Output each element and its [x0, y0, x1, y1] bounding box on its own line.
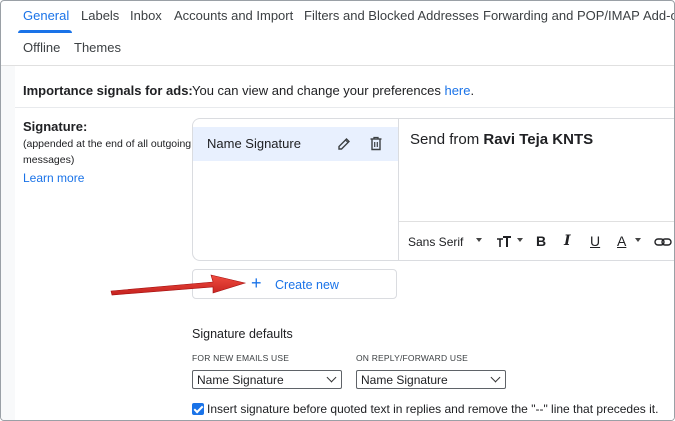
new-emails-selected-value: Name Signature	[197, 373, 284, 387]
learn-more-link[interactable]: Learn more	[23, 171, 84, 185]
settings-tabs: General Labels Inbox Accounts and Import…	[1, 1, 674, 33]
tab-forwarding-and-pop-imap[interactable]: Forwarding and POP/IMAP	[483, 8, 640, 23]
importance-period: .	[470, 83, 475, 98]
reply-forward-signature-select[interactable]: Name Signature	[356, 370, 506, 389]
size-dropdown-caret-icon	[517, 238, 523, 242]
new-emails-signature-select[interactable]: Name Signature	[192, 370, 342, 389]
new-emails-label: FOR NEW EMAILS USE	[192, 353, 290, 363]
insert-signature-checkbox[interactable]	[192, 403, 204, 415]
pencil-icon[interactable]	[336, 134, 352, 154]
reply-forward-label: ON REPLY/FORWARD USE	[356, 353, 468, 363]
create-new-label: Create new	[275, 278, 339, 292]
signature-list-item[interactable]: Name Signature	[193, 127, 398, 161]
italic-button[interactable]: I	[564, 233, 571, 249]
insert-signature-label: Insert signature before quoted text in r…	[207, 402, 659, 416]
chevron-down-icon	[326, 372, 337, 383]
font-family-select[interactable]: Sans Serif	[408, 235, 463, 249]
settings-tabs-row-2: Offline Themes	[1, 33, 674, 65]
importance-here-link[interactable]: here	[444, 83, 470, 98]
signature-text-bold: Ravi Teja KNTS	[483, 131, 594, 148]
tab-offline[interactable]: Offline	[23, 40, 60, 55]
importance-signals-label: Importance signals for ads:	[23, 83, 193, 98]
link-icon[interactable]	[654, 235, 674, 249]
signature-content[interactable]: Send from Ravi Teja KNTS	[410, 131, 593, 148]
signature-name: Name Signature	[207, 136, 301, 151]
trash-icon[interactable]	[369, 134, 383, 154]
tab-general[interactable]: General	[23, 8, 69, 23]
signature-text-plain: Send from	[410, 131, 484, 148]
chevron-down-icon	[490, 372, 501, 383]
tab-filters-and-blocked-addresses[interactable]: Filters and Blocked Addresses	[304, 8, 479, 23]
settings-window: General Labels Inbox Accounts and Import…	[0, 0, 675, 421]
tab-inbox[interactable]: Inbox	[130, 8, 162, 23]
importance-text: You can view and change your preferences	[192, 83, 445, 98]
signature-sublabel: (appended at the end of all outgoing mes…	[23, 138, 192, 166]
signature-text-editor[interactable]: Send from Ravi Teja KNTS Sans Serif B I …	[398, 119, 674, 260]
signature-editor-box: Name Signature Send from Ravi Teja KNTS …	[192, 118, 674, 261]
plus-icon: +	[251, 273, 262, 293]
signature-defaults-title: Signature defaults	[192, 327, 293, 341]
section-divider	[15, 107, 674, 108]
underline-button[interactable]: U	[590, 233, 600, 249]
text-size-icon[interactable]	[496, 234, 512, 250]
reply-forward-selected-value: Name Signature	[361, 373, 448, 387]
font-dropdown-caret-icon	[476, 238, 482, 242]
signature-label: Signature:	[23, 119, 88, 134]
tab-themes[interactable]: Themes	[74, 40, 121, 55]
importance-signals-text: You can view and change your preferences…	[192, 83, 474, 98]
text-color-button[interactable]: A	[617, 233, 626, 249]
tab-labels[interactable]: Labels	[81, 8, 119, 23]
tab-add-ons[interactable]: Add-o	[643, 8, 674, 23]
color-dropdown-caret-icon	[635, 238, 641, 242]
tab-accounts-and-import[interactable]: Accounts and Import	[174, 8, 293, 23]
formatting-toolbar: Sans Serif B I U A	[399, 221, 674, 260]
red-arrow-icon	[110, 274, 247, 296]
bold-button[interactable]: B	[536, 233, 546, 249]
